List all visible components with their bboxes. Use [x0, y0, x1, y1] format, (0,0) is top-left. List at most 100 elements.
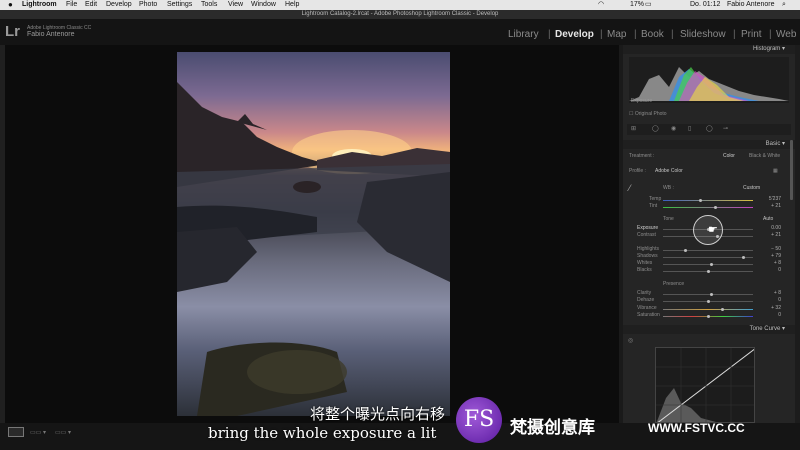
- menu-file[interactable]: File: [66, 0, 77, 10]
- menu-help[interactable]: Help: [285, 0, 299, 10]
- graduated-filter-icon[interactable]: ▯: [688, 125, 691, 132]
- profile-label: Profile :: [629, 168, 646, 174]
- slider-value[interactable]: + 32: [761, 305, 781, 311]
- saturation-knob[interactable]: [706, 315, 710, 318]
- spot-removal-icon[interactable]: ◯: [652, 125, 659, 132]
- dehaze-knob[interactable]: [706, 300, 710, 303]
- clarity-knob[interactable]: [710, 293, 714, 296]
- menu-lightroom[interactable]: Lightroom: [22, 0, 57, 10]
- target-adjust-icon[interactable]: ◎: [628, 337, 633, 344]
- slider-label: Blacks: [637, 267, 652, 273]
- right-panel-edge[interactable]: [795, 45, 800, 423]
- module-develop[interactable]: Develop: [555, 29, 594, 40]
- highlights-track[interactable]: [663, 250, 753, 251]
- whites-knob[interactable]: [710, 263, 714, 266]
- profile-browser-icon[interactable]: ▦: [773, 168, 778, 174]
- tone-curve-title: Tone Curve: [749, 326, 781, 332]
- apple-icon[interactable]: ●: [8, 0, 13, 10]
- slider-value[interactable]: + 21: [761, 203, 781, 209]
- red-eye-icon[interactable]: ◉: [671, 125, 676, 132]
- triangle-down-icon: ▾: [781, 46, 785, 52]
- shadows-track[interactable]: [663, 257, 753, 258]
- tone-curve-header[interactable]: Tone Curve ▾: [623, 325, 795, 334]
- slider-value[interactable]: + 21: [761, 232, 781, 238]
- slider-label: Saturation: [637, 312, 660, 318]
- tint-track[interactable]: [663, 207, 753, 208]
- battery-icon[interactable]: ▭: [645, 0, 652, 10]
- slider-value[interactable]: + 8: [761, 260, 781, 266]
- white-balance-eyedropper-icon[interactable]: ⁄: [629, 183, 631, 193]
- slider-value[interactable]: + 8: [761, 290, 781, 296]
- subtitle-chinese: 将整个曝光点向右移: [310, 406, 446, 423]
- temp-track[interactable]: [663, 200, 753, 201]
- slider-value[interactable]: 0: [761, 312, 781, 318]
- highlights-knob[interactable]: [684, 249, 687, 252]
- slider-label: Exposure: [637, 225, 659, 231]
- photo-illustration: [177, 82, 450, 416]
- module-print[interactable]: Print: [741, 29, 762, 40]
- presence-label: Presence: [663, 281, 685, 287]
- slider-label: Shadows: [637, 253, 658, 259]
- module-separator: |: [671, 29, 674, 40]
- module-separator: |: [600, 29, 603, 40]
- basic-title: Basic: [765, 141, 781, 147]
- wb-value[interactable]: Custom: [743, 185, 760, 191]
- slider-value[interactable]: − 50: [761, 246, 781, 252]
- slider-label: Whites: [637, 260, 653, 266]
- menu-photo[interactable]: Photo: [139, 0, 157, 10]
- tone-auto-button[interactable]: Auto: [763, 216, 773, 222]
- tone-curve-graph[interactable]: [655, 347, 755, 423]
- crop-overlay-icon[interactable]: ⊞: [631, 125, 636, 132]
- blacks-knob[interactable]: [706, 270, 710, 273]
- menu-window[interactable]: Window: [251, 0, 276, 10]
- clarity-track[interactable]: [663, 294, 753, 295]
- radial-filter-icon[interactable]: ◯: [706, 125, 713, 132]
- menubar-user[interactable]: Fabio Antenore: [727, 0, 774, 10]
- module-separator: |: [548, 29, 551, 40]
- vibrance-track[interactable]: [663, 309, 753, 310]
- before-after-icon[interactable]: ▭▭ ▾: [30, 429, 46, 436]
- right-panel: Histogram ▾ Exposure ☐ Original Photo ⊞ …: [623, 45, 795, 423]
- menu-develop[interactable]: Develop: [106, 0, 132, 10]
- slider-value[interactable]: 0: [761, 297, 781, 303]
- histogram-header[interactable]: Histogram ▾: [623, 45, 795, 54]
- menu-edit[interactable]: Edit: [85, 0, 97, 10]
- spotlight-icon[interactable]: ⌕: [782, 0, 786, 10]
- histogram-chart[interactable]: Exposure: [629, 57, 789, 104]
- module-library[interactable]: Library: [508, 29, 539, 40]
- slider-value[interactable]: 5'237: [761, 196, 781, 202]
- panel-scrollbar[interactable]: [790, 140, 793, 200]
- battery-percent[interactable]: 17%: [630, 0, 644, 10]
- profile-value[interactable]: Adobe Color: [655, 168, 683, 174]
- slider-value[interactable]: 0.00: [761, 225, 781, 231]
- before-after-options-icon[interactable]: ▭▭ ▾: [55, 429, 71, 436]
- menu-view[interactable]: View: [228, 0, 243, 10]
- adjustment-brush-icon[interactable]: ⊸: [723, 125, 728, 132]
- module-slideshow[interactable]: Slideshow: [680, 29, 726, 40]
- vibrance-knob[interactable]: [720, 308, 724, 311]
- macos-menubar: ● Lightroom File Edit Develop Photo Sett…: [0, 0, 800, 10]
- wb-label: WB :: [663, 185, 674, 191]
- identity-plate: Lr Adobe Lightroom Classic CC Fabio Ante…: [0, 19, 800, 45]
- shadows-knob[interactable]: [741, 256, 745, 259]
- treatment-color-option[interactable]: Color: [723, 153, 735, 159]
- basic-panel-header[interactable]: Basic ▾: [623, 140, 795, 149]
- menu-settings[interactable]: Settings: [167, 0, 192, 10]
- temp-knob[interactable]: [699, 199, 703, 202]
- module-book[interactable]: Book: [641, 29, 664, 40]
- tone-curve-svg: [656, 348, 754, 422]
- module-web[interactable]: Web: [776, 29, 796, 40]
- slider-value[interactable]: 0: [761, 267, 781, 273]
- whites-track[interactable]: [663, 264, 753, 265]
- module-map[interactable]: Map: [607, 29, 626, 40]
- wifi-icon[interactable]: ◠: [598, 0, 604, 10]
- treatment-bw-option[interactable]: Black & White: [749, 153, 780, 159]
- original-photo-checkbox[interactable]: ☐ Original Photo: [629, 111, 667, 117]
- slider-label: Clarity: [637, 290, 652, 296]
- slider-value[interactable]: + 79: [761, 253, 781, 259]
- menu-tools[interactable]: Tools: [201, 0, 217, 10]
- menubar-clock[interactable]: Do. 01:12: [690, 0, 720, 10]
- loupe-view-icon[interactable]: [8, 427, 24, 437]
- landscape-photo[interactable]: [177, 52, 450, 416]
- tint-knob[interactable]: [713, 206, 717, 209]
